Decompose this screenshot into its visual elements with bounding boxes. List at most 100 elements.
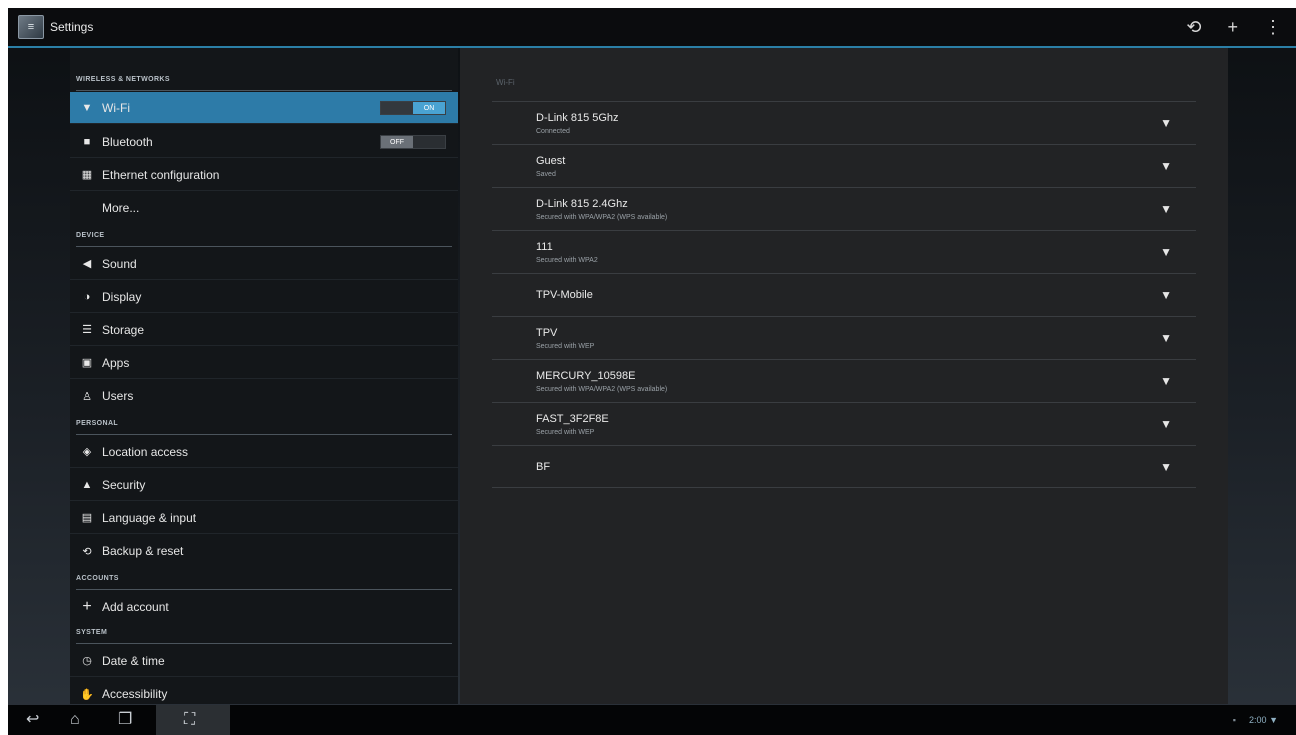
network-ssid: D-Link 815 2.4Ghz [536, 198, 628, 210]
refresh-wps-icon[interactable]: ⟲ [1186, 18, 1201, 36]
sidebar-item-language[interactable]: ▤ Language & input [70, 502, 458, 534]
accessibility-icon: ✋ [80, 688, 94, 701]
sd-card-icon: ▪ [1232, 715, 1236, 725]
status-clock: 2:00 ▼ [1249, 715, 1278, 725]
sidebar-item-label: Security [102, 477, 146, 492]
section-header-wireless: WIRELESS & NETWORKS [76, 76, 452, 91]
network-row[interactable]: MERCURY_10598E Secured with WPA/WPA2 (WP… [492, 359, 1196, 402]
display-icon: ◑ [83, 290, 91, 303]
network-status: Secured with WPA/WPA2 (WPS available) [536, 214, 668, 221]
add-icon: + [82, 598, 92, 615]
add-network-icon[interactable]: + [1227, 18, 1238, 36]
network-ssid: 111 [536, 241, 553, 253]
bluetooth-toggle[interactable]: OFF [380, 135, 446, 149]
wifi-signal-icon: ▼ [1160, 159, 1172, 173]
sidebar-item-users[interactable]: ♙ Users [70, 380, 458, 412]
wifi-icon: ▼ [81, 101, 93, 114]
network-status: Secured with WPA2 [536, 257, 598, 264]
sidebar-item-label: Users [102, 389, 134, 403]
sidebar-item-storage[interactable]: ☰ Storage [70, 314, 458, 346]
toggle-off-label: OFF [381, 136, 413, 148]
sidebar-item-location[interactable]: ◈ Location access [70, 436, 458, 468]
keyboard-icon: ▤ [81, 512, 93, 524]
network-ssid: BF [536, 461, 551, 473]
wifi-secured-signal-icon: ▼ [1160, 331, 1172, 345]
wifi-secured-signal-icon: ▼ [1160, 374, 1172, 388]
settings-app-icon[interactable]: ≡ [18, 15, 44, 39]
sidebar-item-label: Bluetooth [102, 134, 153, 149]
wifi-signal-icon: ▼ [1269, 715, 1278, 725]
network-row[interactable]: D-Link 815 5Ghz Connected ▼ [492, 101, 1196, 144]
wifi-panel-header: Wi-Fi [496, 78, 515, 87]
network-row[interactable]: TPV-Mobile ▼ [492, 273, 1196, 316]
sidebar-item-label: Wi-Fi [102, 100, 130, 115]
wifi-signal-icon: ▼ [1160, 116, 1172, 130]
sidebar-item-label: Apps [102, 355, 130, 370]
network-status: Secured with WEP [536, 343, 595, 350]
clock-icon: ◷ [82, 655, 92, 667]
sidebar-item-more[interactable]: More... [70, 192, 458, 224]
sidebar-item-security[interactable]: ▲ Security [70, 469, 458, 501]
sidebar-item-label: More... [102, 201, 140, 215]
wifi-panel: Wi-Fi D-Link 815 5Ghz Connected ▼ Guest … [460, 48, 1228, 704]
wifi-toggle[interactable]: ON [380, 101, 446, 115]
sidebar-item-apps[interactable]: ▣ Apps [70, 347, 458, 379]
backup-icon: ⟲ [82, 545, 92, 558]
storage-icon: ☰ [82, 324, 92, 336]
network-ssid: TPV-Mobile [536, 289, 593, 301]
recent-apps-icon[interactable]: ❐ [118, 712, 132, 728]
network-ssid: MERCURY_10598E [536, 370, 636, 382]
sidebar-item-ethernet[interactable]: ▦ Ethernet configuration [70, 159, 458, 191]
sidebar-item-label: Storage [102, 322, 145, 337]
bluetooth-icon: ■ [83, 135, 91, 148]
back-icon[interactable]: ↩ [26, 712, 39, 728]
wifi-secured-signal-icon: ▼ [1160, 245, 1172, 259]
network-status: Saved [536, 171, 556, 178]
sidebar-item-label: Language & input [102, 510, 197, 525]
sound-icon: ◀ [82, 258, 92, 270]
wifi-secured-signal-icon: ▼ [1160, 417, 1172, 431]
network-ssid: D-Link 815 5Ghz [536, 112, 619, 124]
sidebar-item-backup[interactable]: ⟲ Backup & reset [70, 535, 458, 567]
network-row[interactable]: 111 Secured with WPA2 ▼ [492, 230, 1196, 273]
location-icon: ◈ [82, 446, 92, 458]
network-row[interactable]: Guest Saved ▼ [492, 144, 1196, 187]
network-row[interactable]: BF ▼ [492, 445, 1196, 488]
ethernet-icon: ▦ [81, 169, 93, 181]
network-status: Secured with WPA/WPA2 (WPS available) [536, 386, 668, 393]
section-header-accounts: ACCOUNTS [76, 575, 452, 590]
section-header-personal: PERSONAL [76, 420, 452, 435]
sidebar-item-wifi[interactable]: ▼ Wi-Fi ON [70, 92, 458, 124]
wifi-signal-icon: ▼ [1160, 460, 1172, 474]
network-ssid: Guest [536, 155, 566, 167]
sidebar-item-display[interactable]: ◑ Display [70, 281, 458, 313]
screenshot-button[interactable]: ⛶ [156, 705, 230, 735]
sidebar-item-label: Location access [102, 444, 189, 459]
network-row[interactable]: FAST_3F2F8E Secured with WEP ▼ [492, 402, 1196, 445]
sidebar-item-label: Backup & reset [102, 544, 184, 558]
sidebar-item-label: Add account [102, 600, 169, 614]
system-nav-bar: ↩ ⌂ ❐ ⛶ ▪ 2:00 ▼ [8, 705, 1296, 735]
network-ssid: FAST_3F2F8E [536, 413, 609, 425]
network-row[interactable]: TPV Secured with WEP ▼ [492, 316, 1196, 359]
network-row[interactable]: D-Link 815 2.4Ghz Secured with WPA/WPA2 … [492, 187, 1196, 230]
wifi-secured-signal-icon: ▼ [1160, 202, 1172, 216]
wifi-signal-icon: ▼ [1160, 288, 1172, 302]
sidebar-item-bluetooth[interactable]: ■ Bluetooth OFF [70, 126, 458, 158]
home-icon[interactable]: ⌂ [70, 712, 80, 728]
sidebar-item-date-time[interactable]: ◷ Date & time [70, 645, 458, 677]
sidebar-item-label: Sound [102, 256, 137, 271]
sidebar-item-label: Date & time [102, 653, 165, 668]
action-bar: ≡ Settings ⟲ + ⋮ [8, 8, 1296, 48]
sidebar-item-add-account[interactable]: + Add account [70, 591, 458, 623]
users-icon: ♙ [82, 390, 92, 403]
sidebar-item-label: Accessibility [102, 687, 168, 701]
network-ssid: TPV [536, 327, 558, 339]
screenshot-icon: ⛶ [184, 711, 196, 728]
overflow-menu-icon[interactable]: ⋮ [1264, 18, 1282, 36]
sidebar-item-sound[interactable]: ◀ Sound [70, 248, 458, 280]
sidebar-item-label: Display [102, 289, 142, 304]
action-bar-actions: ⟲ + ⋮ [1186, 8, 1282, 46]
app-title: Settings [50, 20, 94, 34]
settings-sidebar: WIRELESS & NETWORKS ▼ Wi-Fi ON ■ Bluetoo… [70, 48, 458, 704]
